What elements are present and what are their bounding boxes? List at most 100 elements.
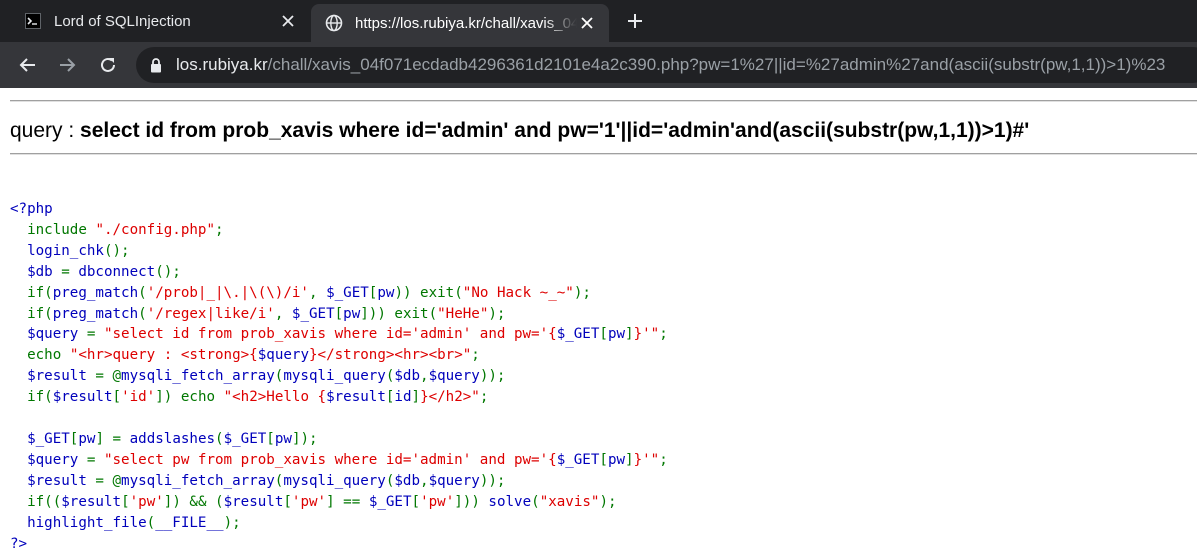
code-token: ] [411, 389, 421, 406]
code-token: ] [625, 326, 634, 343]
code-token: $query [257, 347, 309, 364]
code-token: ; [479, 389, 489, 406]
code-token: $db [394, 472, 421, 489]
code-token: $_GET [291, 305, 335, 322]
code-token: pw [607, 451, 626, 468]
code-token: ( [146, 514, 156, 531]
code-token: )); [479, 368, 506, 385]
back-arrow-icon[interactable] [16, 53, 40, 77]
code-token: 'pw' [129, 493, 164, 510]
code-line: $_GET[pw] = addslashes($_GET[pw]); [10, 429, 668, 450]
code-line: if(($result['pw']) && ($result['pw'] == … [10, 492, 668, 513]
browser-toolbar: los.rubiya.kr/chall/xavis_04f071ecdadb42… [0, 42, 1197, 88]
forward-arrow-icon[interactable] [55, 53, 79, 77]
code-token: pw [607, 326, 626, 343]
code-token: include [27, 221, 96, 238]
code-token: ; [471, 347, 480, 364]
code-token: ); [599, 493, 617, 510]
code-token: '/prob|_|\.|\(\)/i' [146, 284, 309, 301]
code-token: $result [223, 493, 284, 510]
code-token: $result [326, 389, 386, 406]
code-token: mysqli_query [283, 368, 386, 385]
reload-icon[interactable] [96, 53, 120, 77]
code-line: login_chk(); [10, 241, 668, 262]
code-token: }'" [633, 326, 660, 343]
code-line: $query = "select id from prob_xavis wher… [10, 324, 668, 345]
code-token: "No Hack ~_~" [462, 284, 574, 301]
code-token: "select pw from prob_xavis where id='adm… [103, 451, 557, 468]
code-token: ; [659, 451, 668, 468]
code-line: ?> [10, 534, 668, 555]
code-token: <?php [10, 201, 53, 217]
globe-icon [325, 14, 343, 32]
code-token: addslashes [129, 430, 216, 447]
code-token: $_GET [223, 430, 267, 447]
query-line: query : select id from prob_xavis where … [10, 119, 1029, 143]
code-token: ] [625, 451, 634, 468]
tab-title: https://los.rubiya.kr/chall/xavis_04f071… [355, 14, 577, 32]
code-token: 'pw' [291, 493, 327, 510]
code-token: [ [411, 493, 421, 510]
code-token: = [86, 451, 104, 468]
code-token: dbconnect [78, 263, 156, 280]
code-token: mysqli_fetch_array [121, 368, 275, 385]
code-token: ?> [10, 535, 28, 552]
tab-xavis[interactable]: https://los.rubiya.kr/chall/xavis_04f071… [311, 4, 609, 42]
divider [10, 100, 1197, 102]
code-token: $result [52, 389, 113, 406]
code-line: <?php [10, 199, 668, 220]
code-token: ]) echo [155, 389, 224, 406]
code-token: [ [599, 326, 608, 343]
code-token: mysqli_fetch_array [121, 472, 275, 489]
code-token: ] == [326, 493, 369, 510]
code-token: ( [138, 284, 147, 301]
code-token: preg_match [52, 284, 139, 301]
code-token: "xavis" [539, 493, 600, 510]
address-bar[interactable]: los.rubiya.kr/chall/xavis_04f071ecdadb42… [136, 47, 1197, 83]
code-token: $_GET [10, 430, 70, 447]
code-token: $query [428, 368, 480, 385]
code-token: [ [121, 493, 130, 510]
code-token: $db [394, 368, 421, 385]
php-source-code: <?php include "./config.php"; login_chk(… [10, 199, 668, 554]
code-token: pw [78, 430, 96, 447]
tab-lord-of-sqlinjection[interactable]: Lord of SQLInjection [0, 0, 310, 42]
url-host: los.rubiya.kr [176, 55, 268, 74]
code-token: , [420, 472, 429, 489]
code-token: $_GET [556, 326, 600, 343]
new-tab-plus-icon[interactable] [624, 10, 646, 32]
code-token: __FILE__ [155, 514, 224, 531]
code-token: $_GET [556, 451, 600, 468]
code-token: "<h2>Hello { [223, 389, 327, 406]
code-token: 'id' [121, 389, 156, 406]
code-token: ] = [95, 430, 130, 447]
code-token: ( [531, 493, 540, 510]
code-line: $query = "select pw from prob_xavis wher… [10, 450, 668, 471]
code-token: '/regex|like/i' [146, 305, 275, 322]
code-token: )); [479, 472, 506, 489]
close-icon[interactable] [278, 11, 298, 31]
code-line: $result = @mysqli_fetch_array(mysqli_que… [10, 366, 668, 387]
code-token: [ [599, 451, 608, 468]
code-token: if( [27, 305, 53, 322]
close-icon[interactable] [577, 13, 597, 33]
lock-icon[interactable] [148, 57, 164, 73]
terminal-icon [24, 12, 42, 30]
code-token: $result [61, 493, 122, 510]
code-token: = [61, 263, 79, 280]
code-token: preg_match [52, 305, 139, 322]
code-token: = @ [95, 472, 122, 489]
url-text: los.rubiya.kr/chall/xavis_04f071ecdadb42… [176, 55, 1165, 75]
code-line: if(preg_match('/prob|_|\.|\(\)/i', $_GET… [10, 283, 668, 304]
code-token: if( [27, 389, 53, 406]
code-token: ); [573, 284, 591, 301]
code-line [10, 408, 668, 429]
code-token: )) exit( [394, 284, 463, 301]
code-token: (); [103, 242, 130, 259]
code-token: login_chk [10, 242, 104, 259]
code-token: = [86, 326, 104, 343]
